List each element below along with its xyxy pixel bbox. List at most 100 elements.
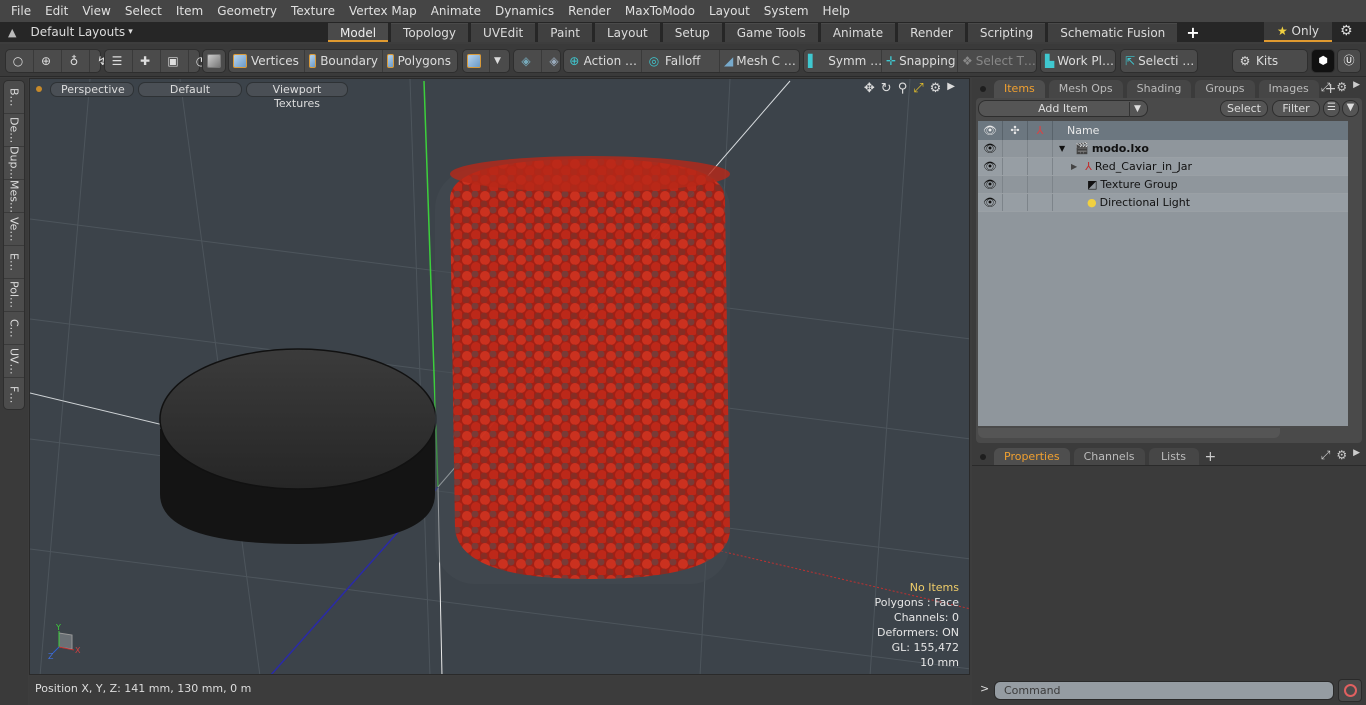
tree-row[interactable]: 👁 ● Directional Light: [978, 194, 1348, 212]
material-cube-icon[interactable]: [463, 50, 490, 72]
menu-file[interactable]: File: [4, 0, 38, 22]
tree-row[interactable]: 👁 ▶ ⅄ Red_Caviar_in_Jar: [978, 158, 1348, 176]
select-through-button[interactable]: ❖ Select T…: [958, 50, 1036, 72]
tab-setup[interactable]: Setup: [662, 23, 722, 42]
vtab-mesh-edit[interactable]: Mes…: [4, 180, 24, 213]
visibility-eye-icon[interactable]: 👁: [978, 121, 1003, 140]
rotate-icon[interactable]: ↻: [881, 81, 892, 96]
panel-arrow-icon[interactable]: ▶: [1353, 448, 1360, 463]
layouts-dropdown[interactable]: ▲ Default Layouts ▾: [0, 22, 330, 42]
panel-options-dot[interactable]: [980, 86, 986, 92]
tab-items[interactable]: Items: [994, 80, 1045, 98]
menu-view[interactable]: View: [75, 0, 117, 22]
action-center-button[interactable]: ⊕ Action …: [564, 50, 642, 72]
panel-options-dot[interactable]: [980, 454, 986, 460]
menu-maxtomodo[interactable]: MaxToModo: [618, 0, 702, 22]
circle-select-icon[interactable]: ○: [6, 50, 34, 72]
menu-system[interactable]: System: [757, 0, 816, 22]
tab-channels[interactable]: Channels: [1073, 448, 1145, 466]
viewport-options-dot[interactable]: [36, 86, 42, 92]
panel-gear-icon[interactable]: ⚙: [1336, 448, 1347, 463]
collapse-up-icon[interactable]: ▲: [8, 26, 16, 39]
add-panel-tab-icon[interactable]: +: [1205, 448, 1217, 466]
expand-arrow-icon[interactable]: ▶: [947, 81, 955, 96]
tab-properties[interactable]: Properties: [994, 448, 1070, 466]
panel-gear-icon[interactable]: ⚙: [1336, 80, 1347, 95]
material-dropdown-icon[interactable]: ▼: [490, 50, 505, 72]
horizontal-scrollbar[interactable]: [978, 428, 1280, 438]
cross-grid-icon[interactable]: ✚: [133, 50, 161, 72]
snapping-button[interactable]: ✛ Snapping: [882, 50, 958, 72]
vtab-uv[interactable]: UV…: [4, 345, 24, 378]
record-macro-button[interactable]: [1338, 679, 1362, 702]
tab-shading[interactable]: Shading: [1126, 80, 1192, 98]
vtab-deform[interactable]: De…: [4, 114, 24, 147]
menu-item[interactable]: Item: [169, 0, 210, 22]
tab-game-tools[interactable]: Game Tools: [724, 23, 818, 42]
3d-viewport[interactable]: Perspective Default Viewport Textures ✥ …: [29, 78, 970, 675]
world-transform-icon[interactable]: ◈: [514, 50, 542, 72]
menu-render[interactable]: Render: [561, 0, 618, 22]
panel-expand-icon[interactable]: ⤢: [1321, 448, 1331, 463]
name-column-header[interactable]: Name: [1053, 121, 1099, 140]
frame-select-icon[interactable]: ▣: [161, 50, 189, 72]
vtab-vertex[interactable]: Ve…: [4, 213, 24, 246]
add-tab-plus-icon[interactable]: +: [1186, 23, 1199, 42]
select-button[interactable]: Select: [1220, 100, 1268, 117]
menu-dynamics[interactable]: Dynamics: [488, 0, 561, 22]
vtab-polygon[interactable]: Pol…: [4, 279, 24, 312]
tab-model[interactable]: Model: [328, 23, 389, 42]
menu-geometry[interactable]: Geometry: [210, 0, 284, 22]
falloff-button[interactable]: ◎ Falloff: [642, 50, 720, 72]
symmetry-button[interactable]: ▌ Symm …: [804, 50, 882, 72]
stack-icon[interactable]: ☰: [105, 50, 133, 72]
vtab-duplicate[interactable]: Dup…: [4, 146, 24, 180]
filter-button[interactable]: Filter: [1272, 100, 1320, 117]
viewport-textures-dropdown[interactable]: Viewport Textures: [246, 81, 348, 110]
menu-select[interactable]: Select: [118, 0, 169, 22]
view-type-dropdown[interactable]: Perspective: [50, 81, 134, 97]
modo-cube-button[interactable]: ⬢: [1311, 49, 1335, 73]
gear-icon[interactable]: ⚙: [1340, 23, 1353, 39]
tab-paint[interactable]: Paint: [538, 23, 592, 42]
tab-render[interactable]: Render: [898, 23, 965, 42]
tree-row[interactable]: 👁 ▼ 🎬 modo.lxo: [978, 140, 1348, 158]
menu-help[interactable]: Help: [816, 0, 857, 22]
command-input[interactable]: Command: [994, 681, 1334, 700]
only-toggle-button[interactable]: ★ Only: [1264, 22, 1332, 42]
tree-row[interactable]: 👁 ◩ Texture Group: [978, 176, 1348, 194]
vtab-basic[interactable]: B…: [4, 81, 24, 114]
menu-animate[interactable]: Animate: [424, 0, 488, 22]
maximize-icon[interactable]: ⤢: [913, 81, 923, 96]
zoom-magnifier-icon[interactable]: ⚲: [898, 81, 908, 96]
menu-texture[interactable]: Texture: [284, 0, 342, 22]
list-options-icon[interactable]: ☰: [1323, 100, 1340, 117]
work-plane-button[interactable]: ▙ Work Pl…: [1041, 50, 1115, 72]
selection-sets-button[interactable]: ⇱ Selecti …: [1121, 50, 1197, 72]
tab-uvedit[interactable]: UVEdit: [471, 23, 536, 42]
panel-arrow-icon[interactable]: ▶: [1353, 80, 1360, 95]
item-mode-cube-icon[interactable]: [203, 50, 229, 72]
scene-canvas[interactable]: [30, 79, 970, 675]
vtab-fusion[interactable]: F…: [4, 378, 24, 411]
viewport-gear-icon[interactable]: ⚙: [930, 81, 942, 96]
menu-edit[interactable]: Edit: [38, 0, 75, 22]
tab-images[interactable]: Images: [1258, 80, 1319, 98]
globe-icon[interactable]: ⊕: [34, 50, 62, 72]
menu-vertex-map[interactable]: Vertex Map: [342, 0, 424, 22]
visibility-eye-icon[interactable]: 👁: [978, 176, 1003, 193]
expand-arrow-icon[interactable]: ▶: [1071, 158, 1077, 176]
tab-layout[interactable]: Layout: [594, 23, 660, 42]
vtab-edge[interactable]: E…: [4, 246, 24, 279]
panel-expand-icon[interactable]: ⤢: [1321, 80, 1331, 95]
tab-schematic-fusion[interactable]: Schematic Fusion: [1048, 23, 1178, 42]
tab-groups[interactable]: Groups: [1195, 80, 1255, 98]
pan-move-icon[interactable]: ✥: [864, 81, 875, 96]
polygons-button[interactable]: Polygons: [383, 50, 455, 72]
mesh-constraints-button[interactable]: ◢ Mesh C …: [720, 50, 798, 72]
vtab-curves[interactable]: C…: [4, 312, 24, 345]
visibility-eye-icon[interactable]: 👁: [978, 140, 1003, 157]
tab-animate[interactable]: Animate: [820, 23, 896, 42]
collapse-arrow-icon[interactable]: ▼: [1059, 140, 1065, 158]
tab-mesh-ops[interactable]: Mesh Ops: [1048, 80, 1123, 98]
